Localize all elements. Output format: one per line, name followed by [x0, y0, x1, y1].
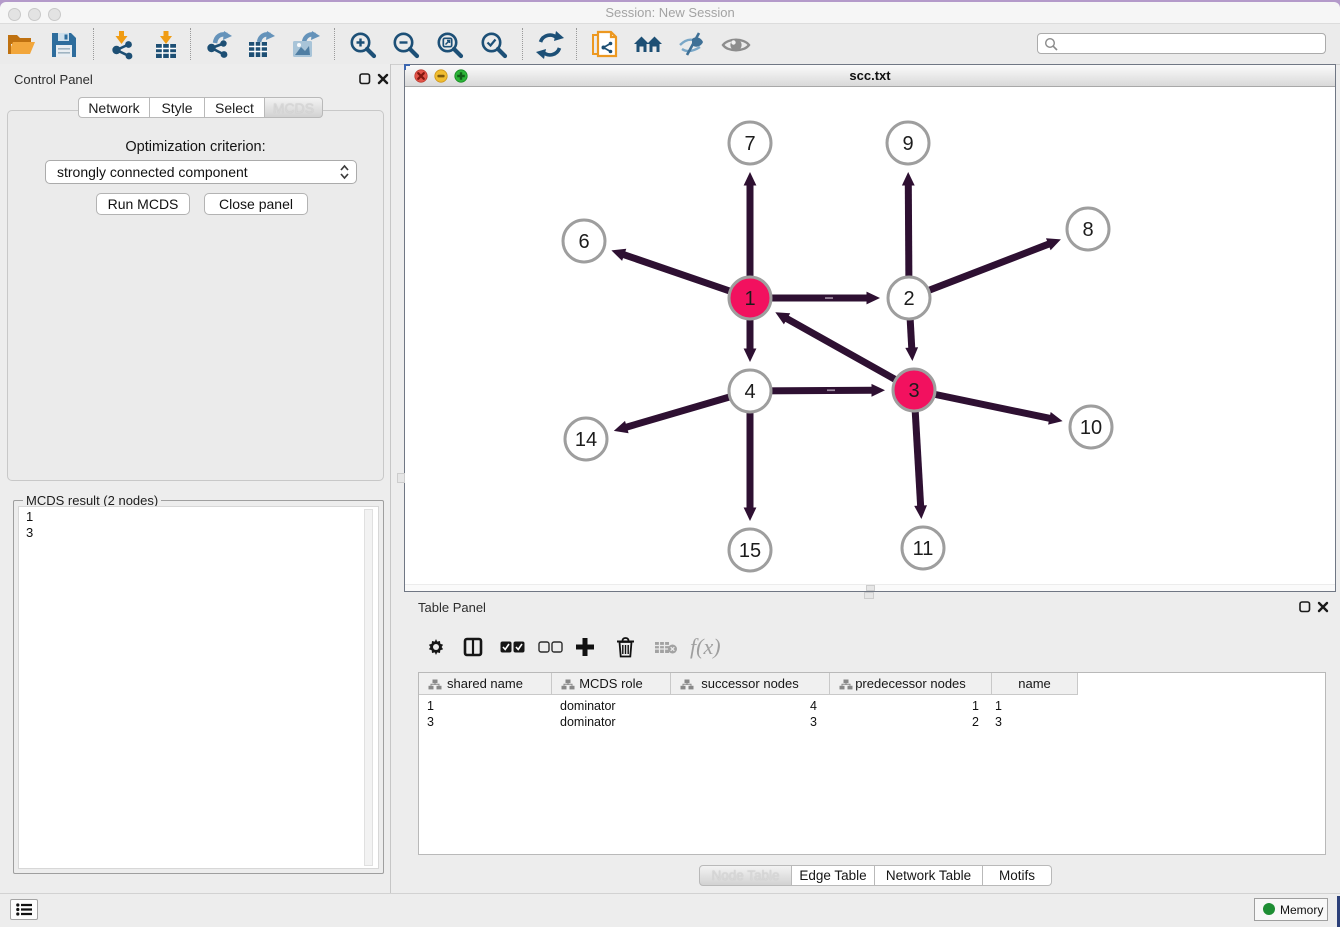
svg-text:15: 15	[739, 540, 761, 562]
svg-text:7: 7	[744, 133, 755, 155]
svg-text:1: 1	[744, 288, 755, 310]
svg-text:8: 8	[1082, 219, 1093, 241]
svg-text:3: 3	[908, 380, 919, 402]
svg-text:9: 9	[902, 133, 913, 155]
svg-text:10: 10	[1080, 417, 1102, 439]
svg-text:4: 4	[744, 381, 755, 403]
svg-text:14: 14	[575, 429, 597, 451]
svg-text:6: 6	[578, 231, 589, 253]
svg-text:11: 11	[913, 538, 934, 560]
svg-text:2: 2	[903, 288, 914, 310]
